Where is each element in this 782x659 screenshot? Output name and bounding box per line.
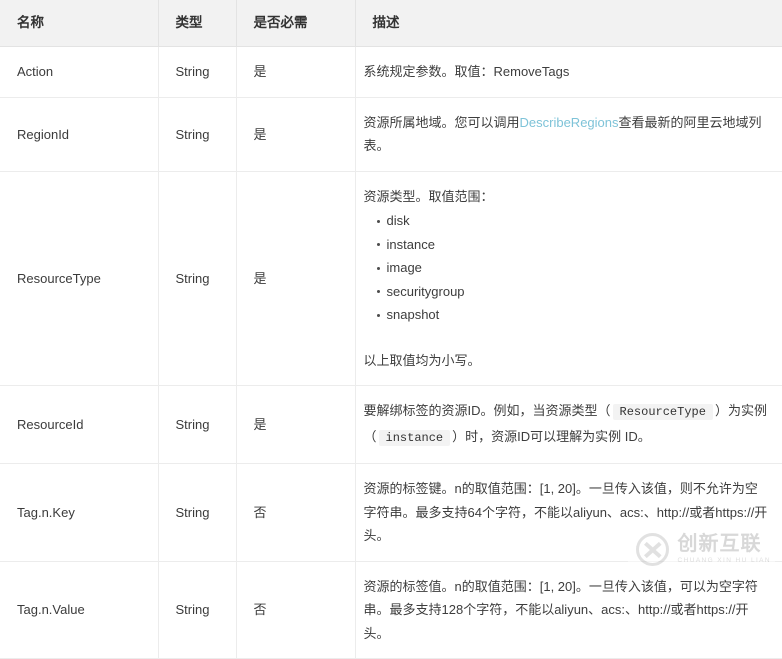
table-body: Action String 是 系统规定参数。取值：RemoveTags Reg…	[0, 47, 782, 659]
table-row: ResourceType String 是 资源类型。取值范围： disk in…	[0, 171, 782, 386]
inline-code-instance: instance	[379, 430, 451, 446]
parameter-required: 否	[236, 561, 355, 659]
inline-code-resourcetype: ResourceType	[613, 404, 713, 420]
description-text-part3: ）时，资源ID可以理解为实例 ID。	[452, 429, 651, 444]
parameter-description: 系统规定参数。取值：RemoveTags	[355, 47, 782, 98]
list-item: disk	[387, 209, 769, 233]
table-row: Tag.n.Value String 否 资源的标签值。n的取值范围：[1, 2…	[0, 561, 782, 659]
parameter-required: 是	[236, 171, 355, 386]
parameter-name: Action	[0, 47, 158, 98]
table-row: Action String 是 系统规定参数。取值：RemoveTags	[0, 47, 782, 98]
parameter-required: 是	[236, 47, 355, 98]
parameter-name: RegionId	[0, 97, 158, 171]
list-item: securitygroup	[387, 280, 769, 304]
description-text: 系统规定参数。取值：RemoveTags	[364, 60, 769, 84]
table-header-row: 名称 类型 是否必需 描述	[0, 0, 782, 47]
allowed-values-list: disk instance image securitygroup snapsh…	[364, 209, 769, 327]
parameter-description: 资源类型。取值范围： disk instance image securityg…	[355, 171, 782, 386]
description-intro: 资源类型。取值范围：	[364, 185, 769, 209]
table-row: Tag.n.Key String 否 资源的标签键。n的取值范围：[1, 20]…	[0, 464, 782, 562]
description-text-part1: 要解绑标签的资源ID。例如，当资源类型（	[364, 403, 611, 418]
table-row: ResourceId String 是 要解绑标签的资源ID。例如，当资源类型（…	[0, 386, 782, 464]
parameter-name: Tag.n.Value	[0, 561, 158, 659]
parameter-required: 是	[236, 386, 355, 464]
column-header-type: 类型	[158, 0, 236, 47]
column-header-name: 名称	[0, 0, 158, 47]
description-text: 要解绑标签的资源ID。例如，当资源类型（ResourceType）为实例（ins…	[364, 399, 769, 450]
parameter-type: String	[158, 561, 236, 659]
list-item: snapshot	[387, 303, 769, 327]
parameter-type: String	[158, 171, 236, 386]
parameter-description: 资源的标签键。n的取值范围：[1, 20]。一旦传入该值，则不允许为空字符串。最…	[355, 464, 782, 562]
parameter-description: 资源的标签值。n的取值范围：[1, 20]。一旦传入该值，可以为空字符串。最多支…	[355, 561, 782, 659]
column-header-description: 描述	[355, 0, 782, 47]
parameter-type: String	[158, 47, 236, 98]
api-parameters-table: 名称 类型 是否必需 描述 Action String 是 系统规定参数。取值：…	[0, 0, 782, 659]
description-text: 资源的标签值。n的取值范围：[1, 20]。一旦传入该值，可以为空字符串。最多支…	[364, 575, 769, 646]
parameter-type: String	[158, 464, 236, 562]
parameter-description: 资源所属地域。您可以调用DescribeRegions查看最新的阿里云地域列表。	[355, 97, 782, 171]
parameter-description: 要解绑标签的资源ID。例如，当资源类型（ResourceType）为实例（ins…	[355, 386, 782, 464]
description-text: 资源的标签键。n的取值范围：[1, 20]。一旦传入该值，则不允许为空字符串。最…	[364, 477, 769, 548]
description-text: 资源所属地域。您可以调用DescribeRegions查看最新的阿里云地域列表。	[364, 111, 769, 158]
parameter-name: ResourceId	[0, 386, 158, 464]
parameter-required: 是	[236, 97, 355, 171]
parameter-name: ResourceType	[0, 171, 158, 386]
table-row: RegionId String 是 资源所属地域。您可以调用DescribeRe…	[0, 97, 782, 171]
list-item: instance	[387, 233, 769, 257]
parameter-required: 否	[236, 464, 355, 562]
parameter-type: String	[158, 97, 236, 171]
column-header-required: 是否必需	[236, 0, 355, 47]
parameter-name: Tag.n.Key	[0, 464, 158, 562]
table-header: 名称 类型 是否必需 描述	[0, 0, 782, 47]
parameter-type: String	[158, 386, 236, 464]
list-item: image	[387, 256, 769, 280]
description-outro: 以上取值均为小写。	[364, 349, 769, 373]
describe-regions-link[interactable]: DescribeRegions	[520, 115, 619, 130]
description-text-before-link: 资源所属地域。您可以调用	[364, 115, 520, 130]
